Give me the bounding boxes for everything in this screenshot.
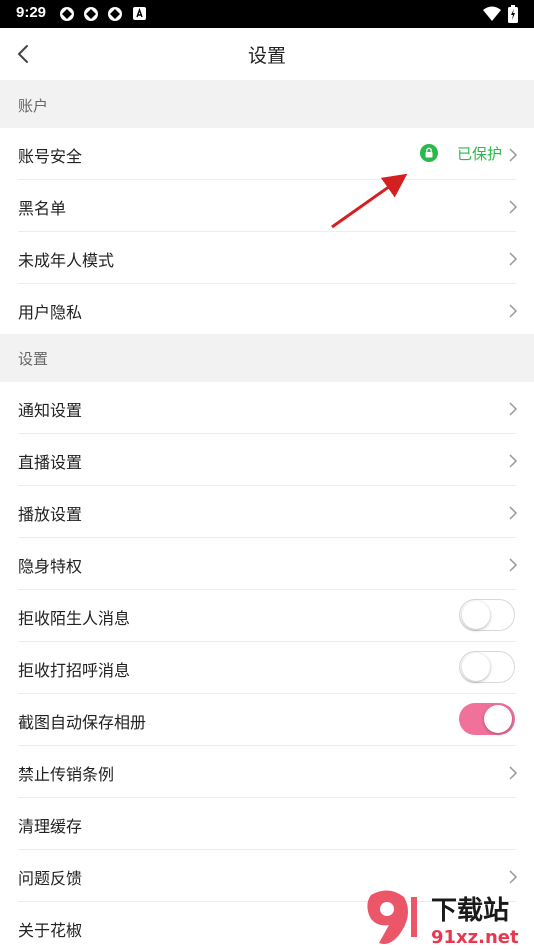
row-invisible-privilege[interactable]: 隐身特权 (0, 538, 534, 590)
row-account-security[interactable]: 账号安全 已保护 (0, 128, 534, 180)
keyboard-notification-icon (133, 7, 146, 20)
chevron-right-icon (509, 454, 518, 468)
page-title: 设置 (247, 45, 286, 67)
row-reject-stranger-messages: 拒收陌生人消息 (0, 590, 534, 642)
toggle-knob (462, 653, 490, 681)
row-clear-cache[interactable]: 清理缓存 (0, 798, 534, 850)
reject-stranger-messages-toggle[interactable] (459, 599, 515, 631)
app-notification-icon (60, 7, 74, 21)
row-screenshot-autosave: 截图自动保存相册 (0, 694, 534, 746)
lock-icon (420, 144, 438, 162)
section-title: 设置 (18, 350, 49, 368)
status-bar: 9:29 (0, 0, 534, 28)
chevron-right-icon (509, 200, 518, 214)
chevron-right-icon (509, 148, 518, 162)
status-time: 9:29 (16, 4, 47, 21)
row-minor-mode[interactable]: 未成年人模式 (0, 232, 534, 284)
row-label: 播放设置 (18, 505, 83, 524)
row-label: 截图自动保存相册 (18, 713, 147, 732)
row-label: 问题反馈 (18, 869, 83, 888)
chevron-right-icon (509, 870, 518, 884)
row-playback-settings[interactable]: 播放设置 (0, 486, 534, 538)
row-blacklist[interactable]: 黑名单 (0, 180, 534, 232)
app-notification-icon (108, 7, 122, 21)
row-label: 账号安全 (18, 147, 83, 166)
row-reject-greeting-messages: 拒收打招呼消息 (0, 642, 534, 694)
chevron-right-icon (509, 558, 518, 572)
watermark-main-text: 下载站 (431, 896, 509, 926)
row-label: 黑名单 (18, 199, 67, 218)
screenshot-autosave-toggle[interactable] (459, 703, 515, 735)
row-label: 直播设置 (18, 453, 83, 472)
row-user-privacy[interactable]: 用户隐私 (0, 284, 534, 336)
reject-greeting-messages-toggle[interactable] (459, 651, 515, 683)
chevron-right-icon (509, 766, 518, 780)
chevron-right-icon (509, 252, 518, 266)
section-header-account: 账户 (0, 80, 534, 128)
app-notification-icon (84, 7, 98, 21)
row-label: 拒收打招呼消息 (18, 661, 131, 680)
toggle-knob (484, 705, 512, 733)
row-label: 未成年人模式 (18, 251, 115, 270)
annotation-arrow (331, 173, 408, 229)
row-label: 关于花椒 (18, 921, 83, 940)
row-label: 隐身特权 (18, 557, 83, 576)
wifi-icon (483, 6, 501, 21)
section-title: 账户 (18, 97, 49, 115)
chevron-right-icon (509, 506, 518, 520)
row-label: 禁止传销条例 (18, 765, 115, 784)
chevron-right-icon (509, 304, 518, 318)
row-mlm-regulations[interactable]: 禁止传销条例 (0, 746, 534, 798)
toggle-knob (462, 601, 490, 629)
watermark-logo: 下载站 91xz.net (367, 890, 519, 948)
section-header-settings: 设置 (0, 334, 534, 382)
top-nav-bar: 设置 (0, 28, 534, 80)
battery-icon (508, 5, 518, 23)
security-status-text: 已保护 (456, 145, 502, 163)
row-live-settings[interactable]: 直播设置 (0, 434, 534, 486)
chevron-right-icon (509, 402, 518, 416)
row-label: 用户隐私 (18, 303, 83, 322)
row-label: 通知设置 (18, 401, 83, 420)
watermark-sub-text: 91xz.net (431, 927, 519, 948)
row-label: 拒收陌生人消息 (18, 609, 131, 628)
row-label: 清理缓存 (18, 817, 83, 836)
row-notification-settings[interactable]: 通知设置 (0, 382, 534, 434)
